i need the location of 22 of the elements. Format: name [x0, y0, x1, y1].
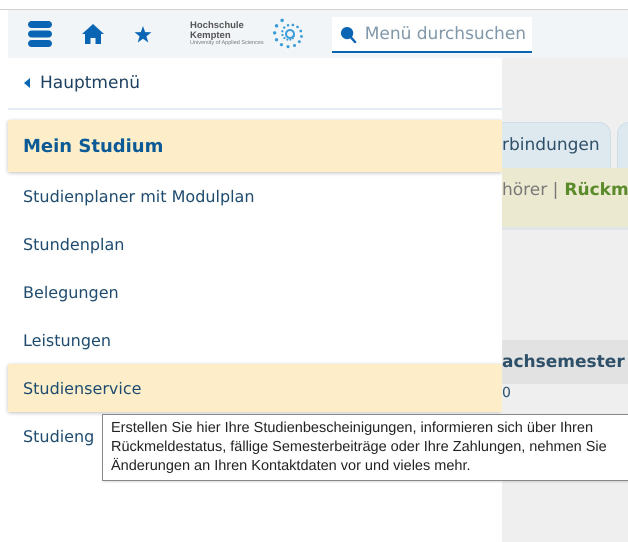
- search-icon: [340, 26, 357, 42]
- logo-name: Hochschule: [190, 21, 245, 31]
- table-header: achsemester: [502, 340, 628, 384]
- back-link[interactable]: Hauptmenü: [8, 58, 502, 110]
- star-icon[interactable]: [134, 26, 152, 42]
- tab[interactable]: rbindungen: [502, 122, 611, 168]
- search-input[interactable]: Menü durchsuchen: [364, 24, 535, 44]
- menu-item[interactable]: Belegungen: [8, 268, 502, 316]
- menu-item[interactable]: Studienservice: [8, 364, 502, 412]
- menu-item[interactable]: Stundenplan: [8, 220, 502, 268]
- search-field[interactable]: Menü durchsuchen: [332, 17, 532, 53]
- menu-item[interactable]: Leistungen: [8, 316, 502, 364]
- table-cell-text: 0: [502, 384, 512, 402]
- chevron-left-icon: [24, 78, 30, 88]
- menu-item[interactable]: Studienplaner mit Modulplan: [8, 172, 502, 220]
- info-text: hörer |: [502, 180, 558, 200]
- tooltip: Erstellen Sie hier Ihre Studienbescheinigungen, informieren sich über Ihren Rückmeldestatus, fällige Semesterbeiträge oder Ihre Zahlungen, nehmen Sie Änderungen an Ihren Kontaktdaten vor und vieles mehr.: [102, 414, 628, 481]
- back-label: Hauptmenü: [40, 73, 140, 93]
- menu-item[interactable]: Mein Studium: [8, 120, 502, 172]
- menu-icon[interactable]: [28, 21, 52, 47]
- home-icon[interactable]: [82, 24, 104, 44]
- logo-name: Kempten: [190, 30, 231, 40]
